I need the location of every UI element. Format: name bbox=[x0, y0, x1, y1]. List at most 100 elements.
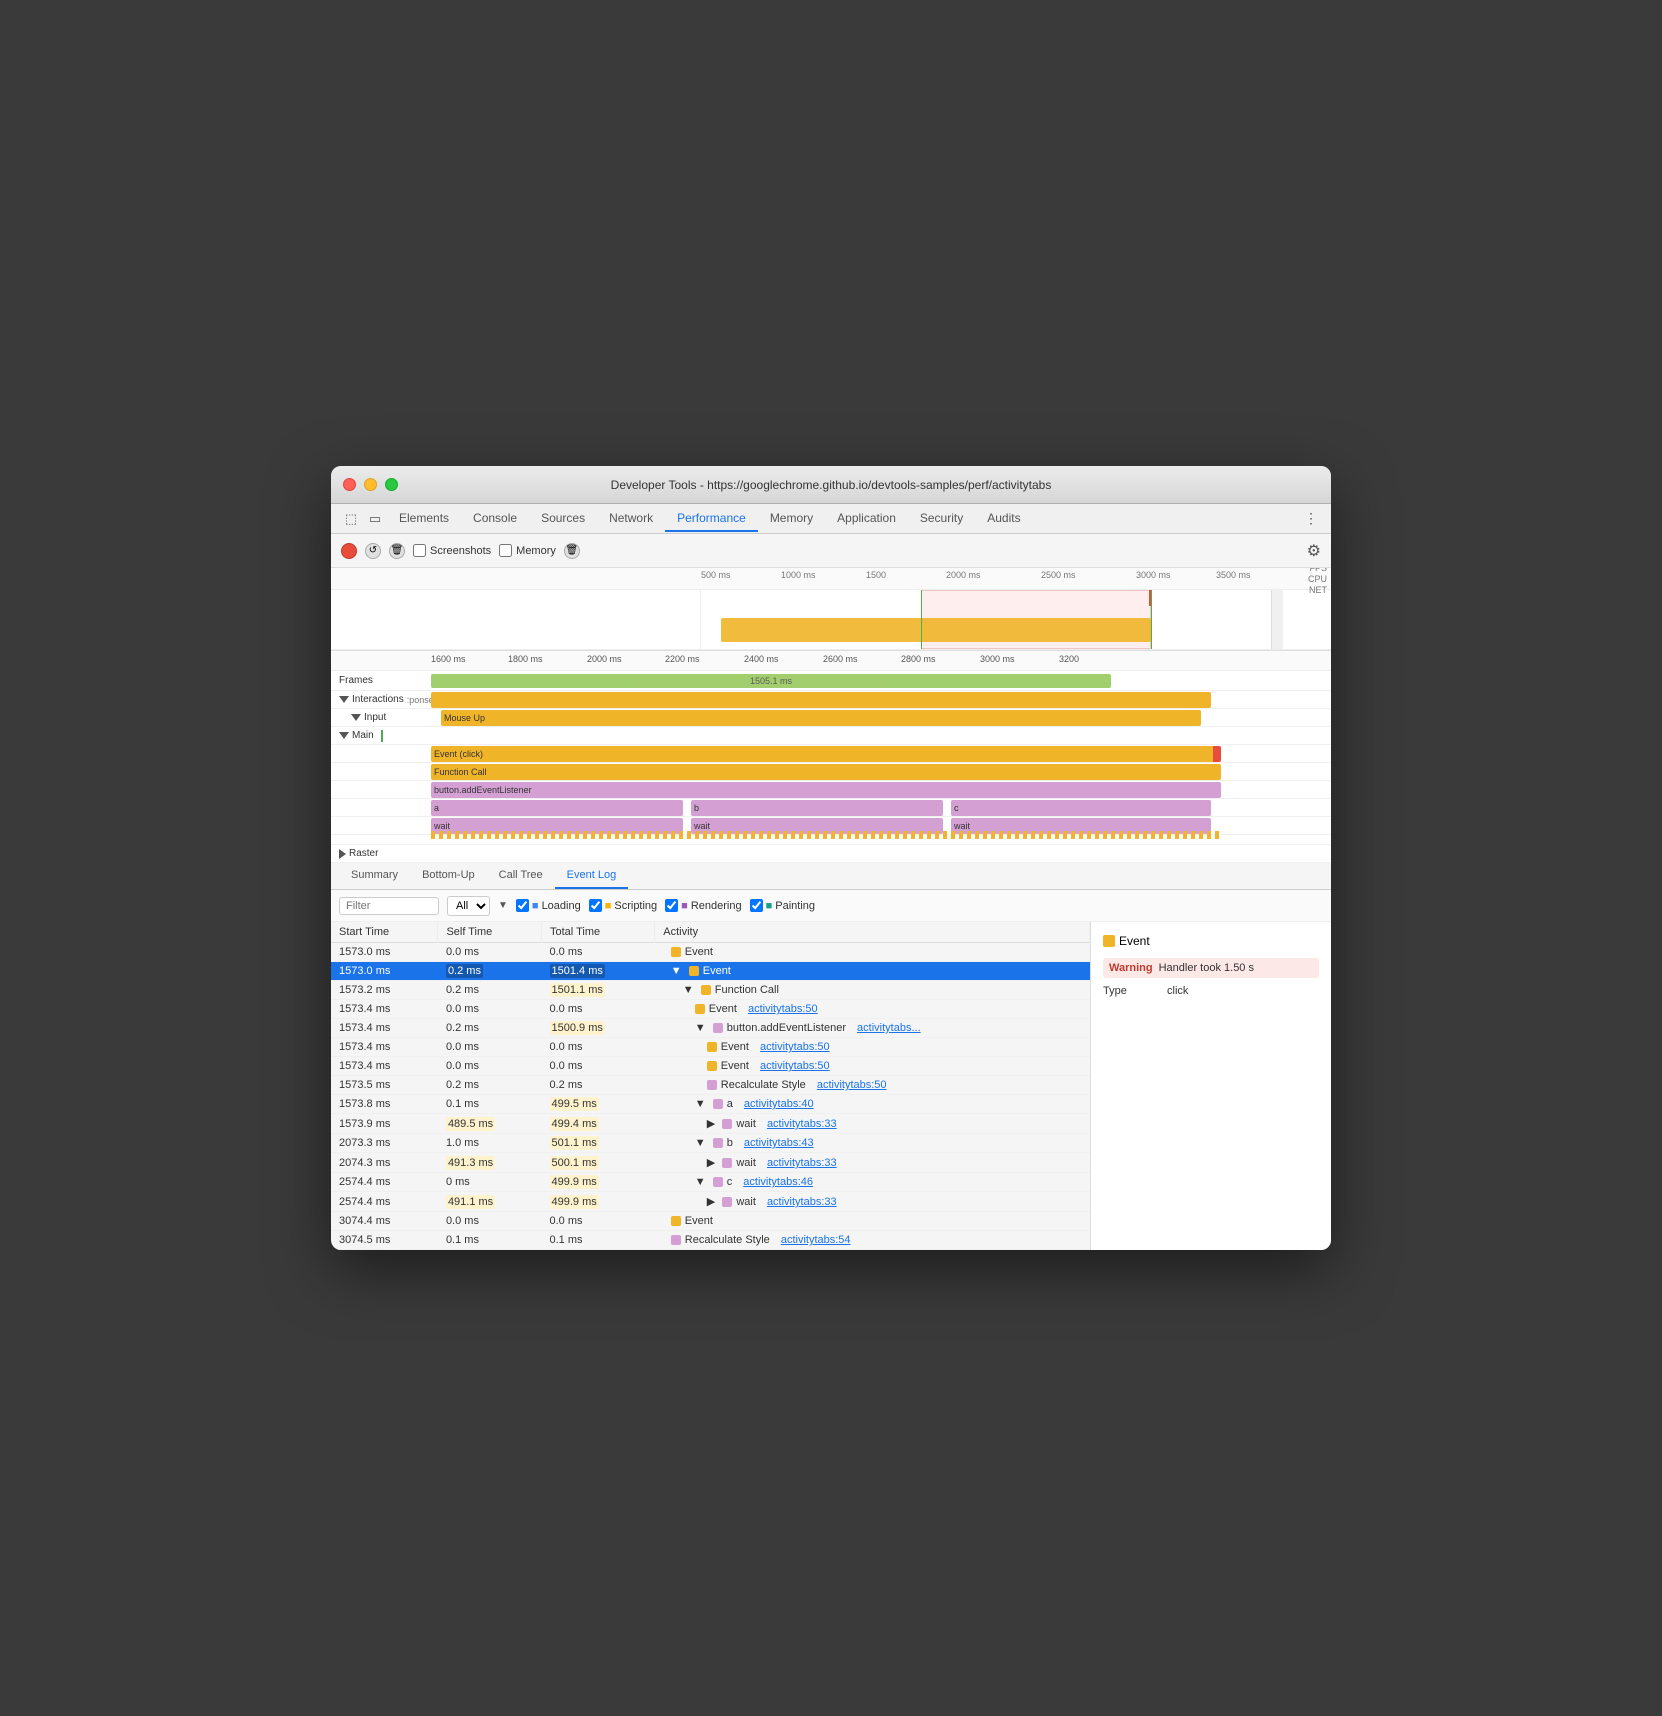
activity-content: Event activitytabs:50 bbox=[663, 1060, 830, 1072]
activity-link[interactable]: activitytabs:54 bbox=[781, 1234, 851, 1246]
painting-filter[interactable]: ■ Painting bbox=[750, 899, 815, 912]
cell-activity: Event bbox=[655, 943, 1090, 962]
activity-link[interactable]: activitytabs:33 bbox=[767, 1157, 837, 1169]
cell-total: 500.1 ms bbox=[542, 1153, 655, 1173]
tab-security[interactable]: Security bbox=[908, 506, 975, 532]
refresh-button[interactable]: ↺ bbox=[365, 543, 381, 559]
cell-activity: Event activitytabs:50 bbox=[655, 1057, 1090, 1076]
activity-content: Event bbox=[663, 946, 713, 958]
activity-link[interactable]: activitytabs:40 bbox=[744, 1098, 814, 1110]
maximize-button[interactable] bbox=[385, 478, 398, 491]
tab-summary[interactable]: Summary bbox=[339, 863, 410, 889]
interactions-expand-icon[interactable] bbox=[339, 696, 349, 703]
table-row[interactable]: 1573.9 ms 489.5 ms 499.4 ms ▶ wait activ… bbox=[331, 1114, 1090, 1134]
tab-event-log[interactable]: Event Log bbox=[555, 863, 629, 889]
col-total-time[interactable]: Total Time bbox=[542, 922, 655, 943]
filter-input[interactable] bbox=[339, 897, 439, 915]
activity-link[interactable]: activitytabs:50 bbox=[748, 1003, 818, 1015]
tab-sources[interactable]: Sources bbox=[529, 506, 597, 532]
interactions-block[interactable] bbox=[431, 692, 1211, 708]
clear-button[interactable]: 🗑 bbox=[389, 543, 405, 559]
table-row[interactable]: 1573.4 ms 0.2 ms 1500.9 ms ▼ button.addE… bbox=[331, 1019, 1090, 1038]
table-row[interactable]: 1573.0 ms 0.0 ms 0.0 ms Event bbox=[331, 943, 1090, 962]
b-block[interactable]: b bbox=[691, 800, 943, 816]
activity-link[interactable]: activitytabs:46 bbox=[743, 1176, 813, 1188]
tab-console[interactable]: Console bbox=[461, 506, 529, 532]
type-value: click bbox=[1167, 984, 1188, 999]
cell-total: 499.4 ms bbox=[542, 1114, 655, 1134]
activity-link[interactable]: activitytabs:33 bbox=[767, 1118, 837, 1130]
raster-expand-icon[interactable] bbox=[339, 849, 346, 859]
scripting-filter[interactable]: ■ Scripting bbox=[589, 899, 657, 912]
cursor-icon[interactable]: ⬚ bbox=[339, 507, 363, 531]
btn-add-event-block[interactable]: button.addEventListener bbox=[431, 782, 1221, 798]
activity-link[interactable]: activitytabs... bbox=[857, 1022, 921, 1034]
tab-application[interactable]: Application bbox=[825, 506, 908, 532]
activity-link[interactable]: activitytabs:50 bbox=[760, 1041, 830, 1053]
raster-row: Raster bbox=[331, 845, 1331, 863]
cell-total: 0.0 ms bbox=[542, 1057, 655, 1076]
main-expand-icon[interactable] bbox=[339, 732, 349, 739]
cell-activity: ▶ wait activitytabs:33 bbox=[655, 1192, 1090, 1212]
activity-link[interactable]: activitytabs:50 bbox=[760, 1060, 830, 1072]
cell-total: 1501.1 ms bbox=[542, 981, 655, 1000]
cell-self: 0.0 ms bbox=[438, 1038, 542, 1057]
cell-total: 1500.9 ms bbox=[542, 1019, 655, 1038]
activity-link[interactable]: activitytabs:33 bbox=[767, 1196, 837, 1208]
loading-checkbox[interactable] bbox=[516, 899, 529, 912]
tab-bottom-up[interactable]: Bottom-Up bbox=[410, 863, 487, 889]
table-row[interactable]: 1573.2 ms 0.2 ms 1501.1 ms ▼ Function Ca… bbox=[331, 981, 1090, 1000]
table-row[interactable]: 2574.4 ms 0 ms 499.9 ms ▼ c activitytabs… bbox=[331, 1173, 1090, 1192]
more-tabs-icon[interactable]: ⋮ bbox=[1299, 507, 1323, 531]
table-row[interactable]: 1573.4 ms 0.0 ms 0.0 ms Event activityta… bbox=[331, 1000, 1090, 1019]
tab-audits[interactable]: Audits bbox=[975, 506, 1032, 532]
function-call-block[interactable]: Function Call bbox=[431, 764, 1221, 780]
event-sidebar: Event Warning Handler took 1.50 s Type c… bbox=[1091, 922, 1331, 1250]
titlebar: Developer Tools - https://googlechrome.g… bbox=[331, 466, 1331, 504]
input-expand-icon[interactable] bbox=[351, 714, 361, 721]
activity-link[interactable]: activitytabs:50 bbox=[817, 1079, 887, 1091]
table-row[interactable]: 2074.3 ms 491.3 ms 500.1 ms ▶ wait activ… bbox=[331, 1153, 1090, 1173]
table-row[interactable]: 1573.5 ms 0.2 ms 0.2 ms Recalculate Styl… bbox=[331, 1076, 1090, 1095]
filter-select[interactable]: All bbox=[447, 896, 490, 916]
tab-performance[interactable]: Performance bbox=[665, 506, 758, 532]
tab-memory[interactable]: Memory bbox=[758, 506, 825, 532]
detail-tick-2600: 2600 ms bbox=[823, 654, 858, 664]
main-label-row: Main bbox=[331, 727, 1331, 745]
rendering-filter[interactable]: ■ Rendering bbox=[665, 899, 741, 912]
record-button[interactable] bbox=[341, 543, 357, 559]
mouse-up-block[interactable]: Mouse Up bbox=[441, 710, 1201, 726]
minimize-button[interactable] bbox=[364, 478, 377, 491]
tab-call-tree[interactable]: Call Tree bbox=[487, 863, 555, 889]
table-row[interactable]: 2073.3 ms 1.0 ms 501.1 ms ▼ b activityta… bbox=[331, 1134, 1090, 1153]
painting-checkbox[interactable] bbox=[750, 899, 763, 912]
c-block[interactable]: c bbox=[951, 800, 1211, 816]
col-self-time[interactable]: Self Time bbox=[438, 922, 542, 943]
table-row[interactable]: 1573.4 ms 0.0 ms 0.0 ms Event activityta… bbox=[331, 1038, 1090, 1057]
loading-filter[interactable]: ■ Loading bbox=[516, 899, 581, 912]
event-click-block[interactable]: Event (click) bbox=[431, 746, 1221, 762]
cell-activity: Recalculate Style activitytabs:50 bbox=[655, 1076, 1090, 1095]
settings-icon[interactable]: ⚙ bbox=[1307, 541, 1321, 561]
screenshots-checkbox[interactable] bbox=[413, 544, 426, 557]
table-row[interactable]: 1573.4 ms 0.0 ms 0.0 ms Event activityta… bbox=[331, 1057, 1090, 1076]
table-row[interactable]: 1573.8 ms 0.1 ms 499.5 ms ▼ a activityta… bbox=[331, 1095, 1090, 1114]
a-block[interactable]: a bbox=[431, 800, 683, 816]
scripting-checkbox[interactable] bbox=[589, 899, 602, 912]
trash-icon[interactable]: 🗑 bbox=[564, 543, 580, 559]
col-start-time[interactable]: Start Time bbox=[331, 922, 438, 943]
close-button[interactable] bbox=[343, 478, 356, 491]
table-row[interactable]: 2574.4 ms 491.1 ms 499.9 ms ▶ wait activ… bbox=[331, 1192, 1090, 1212]
tab-elements[interactable]: Elements bbox=[387, 506, 461, 532]
screenshots-checkbox-label[interactable]: Screenshots bbox=[413, 544, 491, 557]
table-row[interactable]: 3074.4 ms 0.0 ms 0.0 ms Event bbox=[331, 1212, 1090, 1231]
device-icon[interactable]: ▭ bbox=[363, 507, 387, 531]
table-row[interactable]: 3074.5 ms 0.1 ms 0.1 ms Recalculate Styl… bbox=[331, 1231, 1090, 1250]
rendering-checkbox[interactable] bbox=[665, 899, 678, 912]
activity-link[interactable]: activitytabs:43 bbox=[744, 1137, 814, 1149]
table-row[interactable]: 1573.0 ms 0.2 ms 1501.4 ms ▼ Event bbox=[331, 962, 1090, 981]
memory-checkbox[interactable] bbox=[499, 544, 512, 557]
tab-network[interactable]: Network bbox=[597, 506, 665, 532]
memory-checkbox-label[interactable]: Memory bbox=[499, 544, 556, 557]
col-activity[interactable]: Activity bbox=[655, 922, 1090, 943]
